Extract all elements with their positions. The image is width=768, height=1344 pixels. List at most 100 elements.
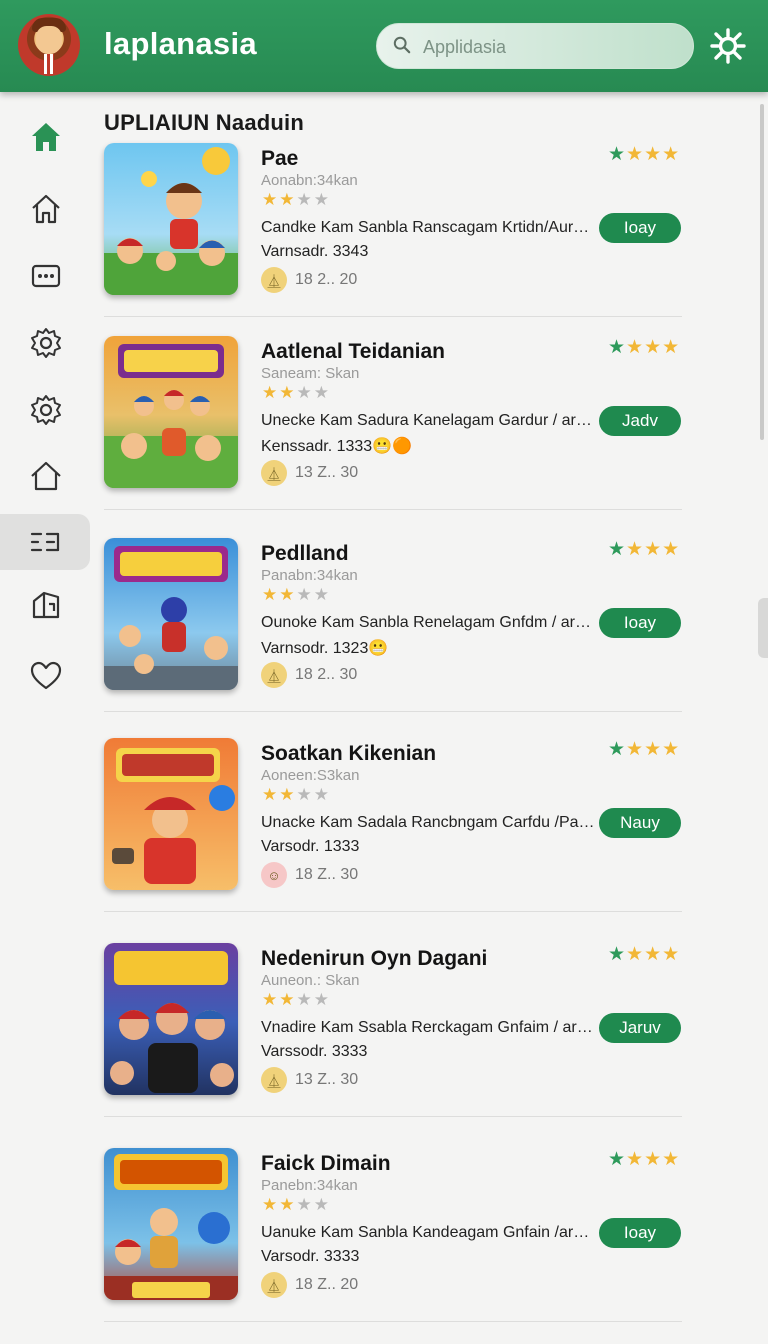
divider: [104, 1116, 682, 1117]
app-version: Varssodr. 3333: [261, 1043, 368, 1060]
app-subtitle: Panebn:34kan: [261, 1177, 358, 1194]
app-card[interactable]: Pae Aonabn:34kan ★★★★ Candke Kam Sanbla …: [104, 143, 682, 343]
sidebar-item-chat[interactable]: [0, 248, 92, 304]
section-title: UPLIAIUN Naaduin: [104, 110, 304, 135]
sidebar-item-preferences[interactable]: [0, 382, 92, 438]
app-meta: ⏅ 18 Z.. 20: [261, 1272, 358, 1298]
app-card[interactable]: Nedenirun Oyn Dagani Auneon.: Skan ★★★★ …: [104, 943, 682, 1143]
install-button[interactable]: Jadv: [599, 406, 681, 436]
gear-icon: [31, 395, 61, 425]
app-version: Kenssadr. 1333😬🟠: [261, 438, 413, 455]
scrollbar[interactable]: [760, 104, 764, 440]
download-badge-icon: ⏅: [261, 1067, 287, 1093]
top-rating-stars: ★★★★: [608, 739, 681, 760]
top-rating-stars: ★★★★: [608, 144, 681, 165]
top-rating-stars: ★★★★: [608, 539, 681, 560]
divider: [104, 509, 682, 510]
download-badge-icon: ⏅: [261, 460, 287, 486]
download-badge-icon: ⏅: [261, 662, 287, 688]
sidebar-item-map[interactable]: [0, 576, 92, 632]
app-title: laplanasia: [104, 26, 257, 61]
app-meta: ⏅ 18 2.. 20: [261, 267, 357, 293]
app-description: Unecke Kam Sadura Kanelagam Gardur / ard…: [261, 412, 597, 429]
app-subtitle: Auneon.: Skan: [261, 972, 360, 989]
app-subtitle: Aonabn:34kan: [261, 172, 358, 189]
app-name[interactable]: Faick Dimain: [261, 1152, 391, 1176]
scroll-handle[interactable]: [758, 598, 768, 658]
divider: [104, 711, 682, 712]
house-icon: [31, 461, 61, 491]
app-description: Ounoke Kam Sanbla Renelagam Gnfdm / arda…: [261, 614, 597, 631]
list-icon: [30, 532, 60, 552]
top-rating-stars: ★★★★: [608, 944, 681, 965]
app-version: Varsodr. 3333: [261, 1248, 360, 1265]
rating-stars: ★★★★: [262, 1195, 331, 1214]
app-name[interactable]: Pae: [261, 147, 298, 171]
app-thumbnail[interactable]: [104, 1148, 238, 1300]
map-icon: [32, 591, 60, 619]
app-meta: ⏅ 18 2.. 30: [261, 662, 357, 688]
app-subtitle: Panabn:34kan: [261, 567, 358, 584]
app-meta: ☺ 18 Z.. 30: [261, 862, 358, 888]
download-count: 18 2.. 30: [295, 666, 358, 683]
divider: [104, 911, 682, 912]
sidebar-item-settings[interactable]: [0, 315, 92, 371]
sidebar-nav: [0, 92, 92, 1344]
search-input[interactable]: Applidasia: [376, 23, 694, 69]
rating-stars: ★★★★: [262, 190, 331, 209]
divider: [104, 316, 682, 317]
app-name[interactable]: Aatlenal Teidanian: [261, 340, 445, 364]
app-card[interactable]: Pedlland Panabn:34kan ★★★★ Ounoke Kam Sa…: [104, 538, 682, 738]
settings-gear-icon[interactable]: [710, 28, 746, 64]
app-description: Uanuke Kam Sanbla Kandeagam Gnfain /arda…: [261, 1224, 597, 1241]
app-version: Varnsadr. 3343: [261, 243, 369, 260]
app-subtitle: Saneam: Skan: [261, 365, 360, 382]
app-version: Varsodr. 1333: [261, 838, 360, 855]
install-button[interactable]: Ioay: [599, 1218, 681, 1248]
download-badge-icon: ⏅: [261, 1272, 287, 1298]
app-thumbnail[interactable]: [104, 738, 238, 890]
app-thumbnail[interactable]: [104, 538, 238, 690]
divider: [104, 1321, 682, 1322]
rating-stars: ★★★★: [262, 585, 331, 604]
app-card[interactable]: Aatlenal Teidanian Saneam: Skan ★★★★ Une…: [104, 336, 682, 536]
app-card[interactable]: Soatkan Kikenian Aoneen:S3kan ★★★★ Unack…: [104, 738, 682, 938]
sidebar-item-favorites[interactable]: [0, 648, 92, 704]
install-button[interactable]: Ioay: [599, 213, 681, 243]
sidebar-item-home-active[interactable]: [0, 109, 92, 165]
app-name[interactable]: Nedenirun Oyn Dagani: [261, 947, 487, 971]
rating-stars: ★★★★: [262, 383, 331, 402]
rating-stars: ★★★★: [262, 990, 331, 1009]
app-logo[interactable]: [18, 14, 80, 76]
gear-icon: [31, 328, 61, 358]
search-placeholder: Applidasia: [423, 37, 507, 57]
top-rating-stars: ★★★★: [608, 1149, 681, 1170]
download-count: 13 Z.. 30: [295, 464, 359, 481]
heart-icon: [30, 661, 62, 690]
download-count: 18 Z.. 30: [295, 866, 359, 883]
app-card[interactable]: Faick Dimain Panebn:34kan ★★★★ Uanuke Ka…: [104, 1148, 682, 1344]
search-icon: [393, 36, 411, 54]
smiley-badge-icon: ☺: [261, 862, 287, 888]
logo-face: [36, 26, 62, 54]
top-rating-stars: ★★★★: [608, 337, 681, 358]
app-meta: ⏅ 13 Z.. 30: [261, 460, 358, 486]
app-name[interactable]: Soatkan Kikenian: [261, 742, 436, 766]
install-button[interactable]: Nauy: [599, 808, 681, 838]
chat-icon: [31, 264, 61, 288]
install-button[interactable]: Ioay: [599, 608, 681, 638]
home-filled-icon: [32, 123, 60, 151]
app-meta: ⏅ 13 Z.. 30: [261, 1067, 358, 1093]
app-version: Varnsodr. 1323😬: [261, 640, 389, 657]
app-name[interactable]: Pedlland: [261, 542, 349, 566]
sidebar-item-house[interactable]: [0, 448, 92, 504]
logo-stripe: [44, 54, 54, 74]
sidebar-item-list[interactable]: [0, 514, 90, 570]
app-thumbnail[interactable]: [104, 143, 238, 295]
sidebar-item-home[interactable]: [0, 181, 92, 237]
install-button[interactable]: Jaruv: [599, 1013, 681, 1043]
app-thumbnail[interactable]: [104, 336, 238, 488]
app-description: Candke Kam Sanbla Ranscagam Krtidn/Aurda…: [261, 219, 597, 236]
app-thumbnail[interactable]: [104, 943, 238, 1095]
download-badge-icon: ⏅: [261, 267, 287, 293]
